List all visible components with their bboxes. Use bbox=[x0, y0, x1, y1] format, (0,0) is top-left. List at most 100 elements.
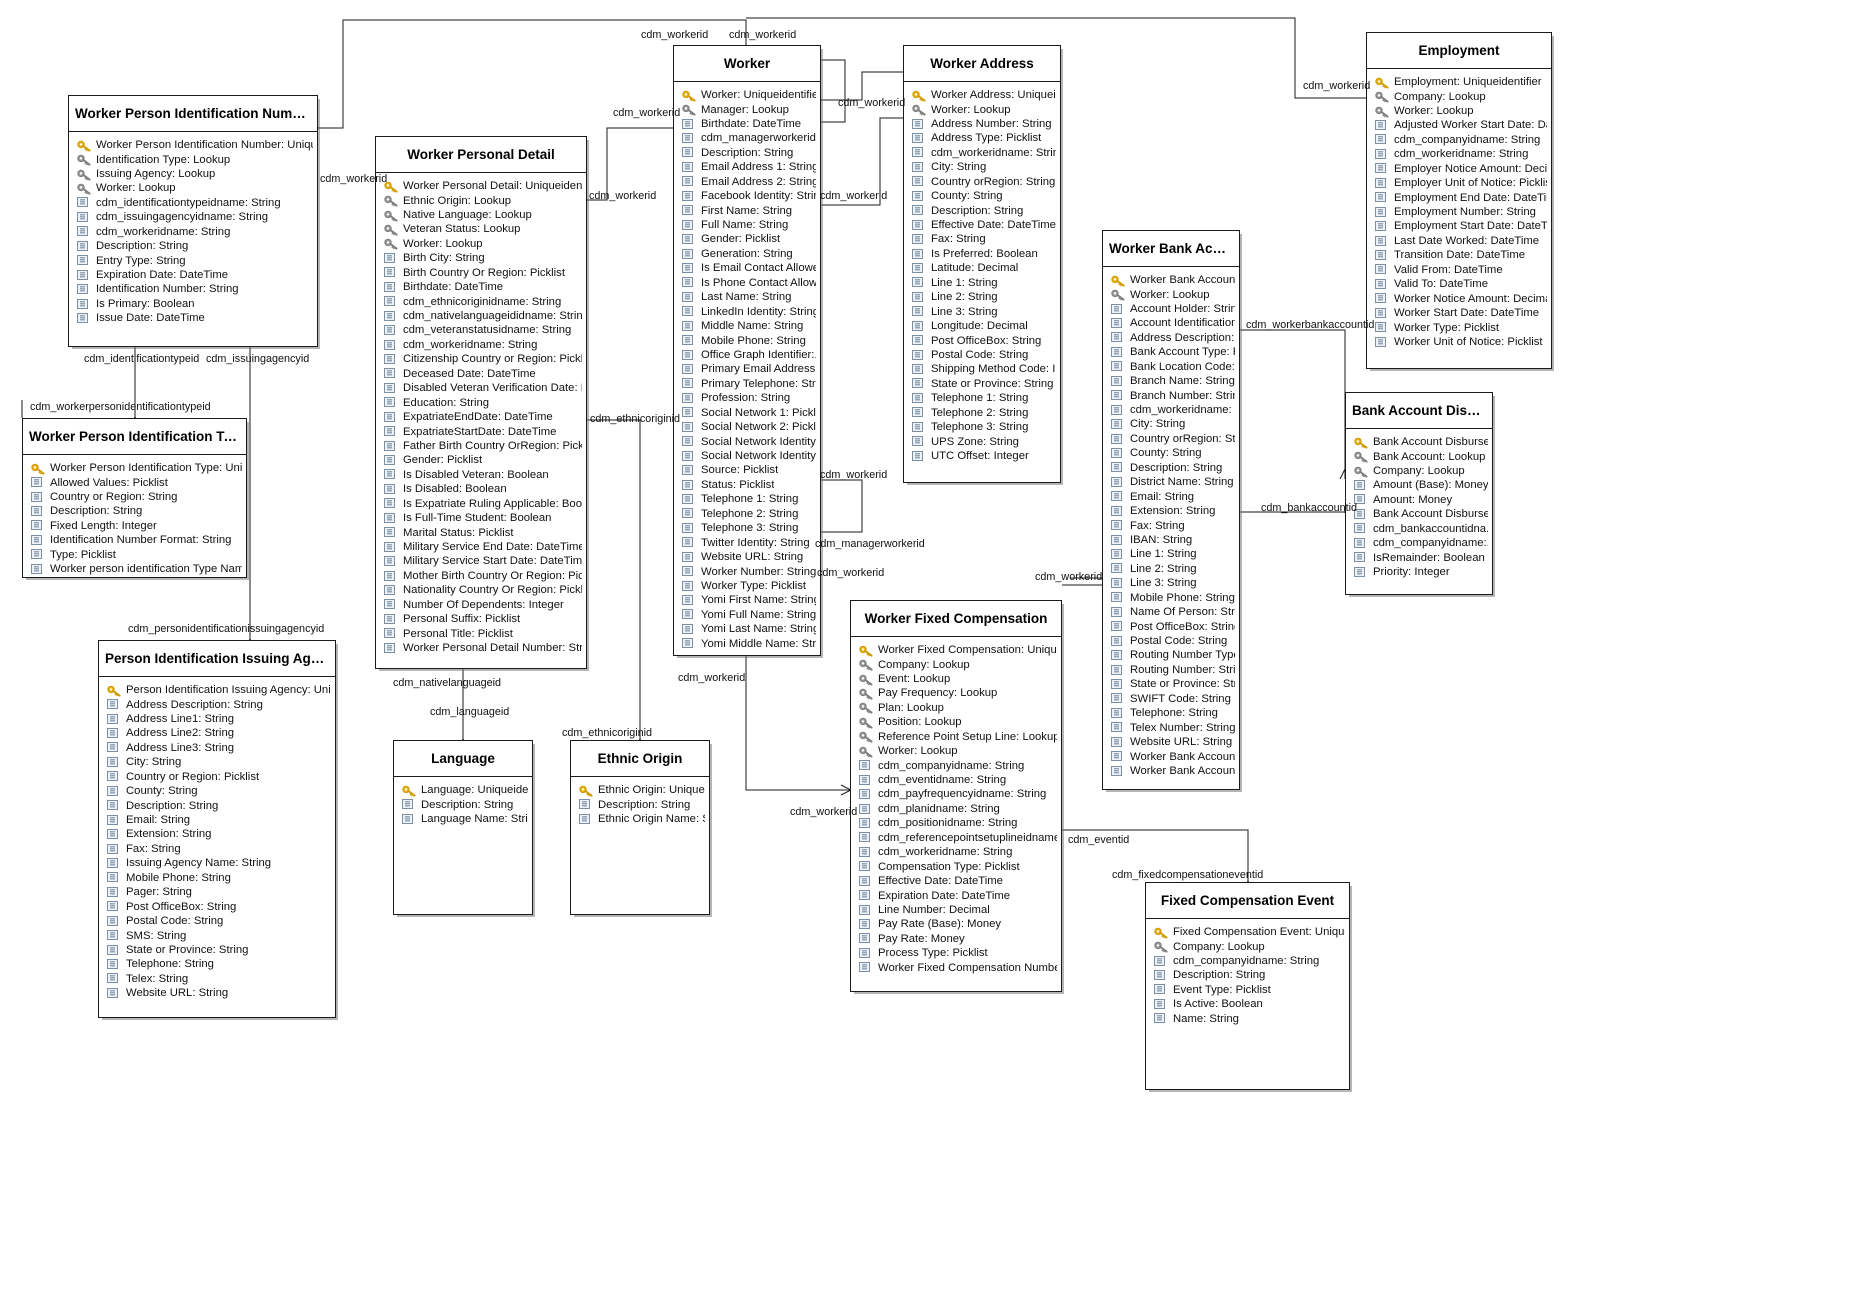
attribute-row: Telex: String bbox=[107, 972, 331, 986]
lookup-key-attribute: Pay Frequency: Lookup bbox=[859, 687, 1057, 701]
attribute-label: Worker Fixed Compensation Number: Stri..… bbox=[878, 963, 1057, 974]
attribute-label: Line Number: Decimal bbox=[878, 905, 990, 916]
attribute-row: cdm_workeridname: String bbox=[859, 846, 1057, 860]
attribute-row: Valid From: DateTime bbox=[1375, 263, 1547, 277]
attribute-icon bbox=[682, 277, 697, 289]
attribute-label: Issue Date: DateTime bbox=[96, 313, 205, 324]
attribute-row: Citizenship Country or Region: Picklist bbox=[384, 353, 582, 367]
attribute-label: Bank Account Disburse... bbox=[1373, 437, 1488, 448]
attribute-row: Birth City: String bbox=[384, 252, 582, 266]
attribute-row: Country or Region: String bbox=[31, 490, 242, 504]
attribute-label: Post OfficeBox: String bbox=[1130, 622, 1235, 633]
primary-key-icon bbox=[77, 140, 92, 152]
relationship-label: cdm_workerid bbox=[678, 673, 745, 684]
attribute-icon bbox=[107, 699, 122, 711]
attribute-label: Social Network 2: Picklist bbox=[701, 422, 816, 433]
attribute-row: Description: String bbox=[579, 798, 705, 812]
attribute-row: City: String bbox=[1111, 418, 1235, 432]
entity-worker-fixed-compensation[interactable]: Worker Fixed CompensationWorker Fixed Co… bbox=[850, 600, 1062, 992]
attribute-label: Address Description: St... bbox=[1130, 333, 1235, 344]
entity-language[interactable]: LanguageLanguage: Uniqueidenti...Descrip… bbox=[393, 740, 533, 915]
attribute-label: Worker: Lookup bbox=[1394, 106, 1474, 117]
attribute-icon bbox=[107, 945, 122, 957]
attribute-icon bbox=[402, 814, 417, 826]
relationship-label: cdm_workerid bbox=[1035, 572, 1102, 583]
attribute-icon bbox=[384, 469, 399, 481]
attribute-label: Extension: String bbox=[1130, 506, 1215, 517]
attribute-label: ExpatriateStartDate: DateTime bbox=[403, 427, 556, 438]
lookup-key-icon bbox=[384, 195, 399, 207]
entity-person-identification-issuing-agency[interactable]: Person Identification Issuing AgencyPers… bbox=[98, 640, 336, 1018]
attribute-icon bbox=[1111, 563, 1126, 575]
attribute-row: cdm_workeridname: String bbox=[912, 146, 1056, 160]
attribute-label: cdm_managerworkerid... bbox=[701, 133, 816, 144]
attribute-label: Yomi First Name: String bbox=[701, 595, 816, 606]
attribute-icon bbox=[1354, 538, 1369, 550]
attribute-label: Email Address 2: String bbox=[701, 177, 816, 188]
attribute-row: Education: String bbox=[384, 396, 582, 410]
attribute-label: Description: String bbox=[701, 148, 793, 159]
entity-worker-person-identification-type[interactable]: Worker Person Identification TypeWorker … bbox=[22, 418, 247, 578]
primary-key-icon bbox=[859, 645, 874, 657]
entity-worker-personal-detail[interactable]: Worker Personal DetailWorker Personal De… bbox=[375, 136, 587, 669]
attribute-icon bbox=[384, 368, 399, 380]
attribute-row: Is Phone Contact Allow... bbox=[682, 276, 816, 290]
attribute-label: Entry Type: String bbox=[96, 256, 186, 267]
entity-title-employment: Employment bbox=[1367, 33, 1551, 69]
attribute-row: Effective Date: DateTime bbox=[912, 218, 1056, 232]
attribute-icon bbox=[1375, 293, 1390, 305]
attribute-label: Mobile Phone: String bbox=[1130, 593, 1235, 604]
entity-employment[interactable]: EmploymentEmployment: UniqueidentifierCo… bbox=[1366, 32, 1552, 369]
attribute-icon bbox=[77, 197, 92, 209]
attribute-label: Worker Address: Uniqueident... bbox=[931, 90, 1056, 101]
attribute-label: Fax: String bbox=[126, 844, 181, 855]
attribute-label: Employment Number: String bbox=[1394, 207, 1536, 218]
lookup-key-attribute: Worker: Lookup bbox=[1111, 288, 1235, 302]
attribute-row: Worker Notice Amount: Decimal bbox=[1375, 292, 1547, 306]
entity-worker[interactable]: WorkerWorker: UniqueidentifierManager: L… bbox=[673, 45, 821, 656]
attribute-label: Email: String bbox=[1130, 492, 1194, 503]
relationship-label: cdm_workerid bbox=[790, 807, 857, 818]
entity-bank-account-disbursement[interactable]: Bank Account Disbur...Bank Account Disbu… bbox=[1345, 392, 1493, 595]
attribute-row: Priority: Integer bbox=[1354, 565, 1488, 579]
attribute-label: Generation: String bbox=[701, 249, 793, 260]
lookup-key-icon bbox=[912, 104, 927, 116]
attribute-row: SMS: String bbox=[107, 929, 331, 943]
entity-ethnic-origin[interactable]: Ethnic OriginEthnic Origin: Uniqueid...D… bbox=[570, 740, 710, 915]
attribute-label: Is Disabled Veteran: Boolean bbox=[403, 470, 549, 481]
attribute-label: Allowed Values: Picklist bbox=[50, 478, 168, 489]
attribute-label: Telephone 1: String bbox=[701, 494, 798, 505]
attribute-row: Account Holder: String bbox=[1111, 302, 1235, 316]
attribute-row: Bank Location Code: St... bbox=[1111, 360, 1235, 374]
lookup-key-attribute: Company: Lookup bbox=[1375, 90, 1547, 104]
attribute-icon bbox=[384, 556, 399, 568]
attribute-label: Issuing Agency: Lookup bbox=[96, 169, 215, 180]
primary-key-attribute: Worker Person Identification Type: Uniqu… bbox=[31, 462, 242, 476]
attribute-label: Description: String bbox=[96, 241, 188, 252]
attribute-icon bbox=[107, 844, 122, 856]
relationship-label: cdm_workerid bbox=[320, 174, 387, 185]
lookup-key-icon bbox=[859, 717, 874, 729]
attribute-label: Manager: Lookup bbox=[701, 105, 789, 116]
attribute-label: Worker: Lookup bbox=[931, 105, 1011, 116]
lookup-key-icon bbox=[1354, 466, 1369, 478]
primary-key-attribute: Worker Fixed Compensation: Uniqueident..… bbox=[859, 644, 1057, 658]
entity-worker-address[interactable]: Worker AddressWorker Address: Uniqueiden… bbox=[903, 45, 1061, 483]
attribute-label: Name Of Person: String bbox=[1130, 607, 1235, 618]
attribute-row: cdm_bankaccountidna... bbox=[1354, 522, 1488, 536]
attribute-row: Military Service End Date: DateTime bbox=[384, 540, 582, 554]
attribute-label: cdm_eventidname: String bbox=[878, 775, 1006, 786]
attribute-label: Compensation Type: Picklist bbox=[878, 862, 1020, 873]
attribute-row: Generation: String bbox=[682, 247, 816, 261]
attribute-icon bbox=[912, 378, 927, 390]
attribute-row: Compensation Type: Picklist bbox=[859, 860, 1057, 874]
attribute-row: Extension: String bbox=[1111, 505, 1235, 519]
attribute-icon bbox=[682, 350, 697, 362]
entity-worker-bank-account[interactable]: Worker Bank AccountWorker Bank Account:.… bbox=[1102, 230, 1240, 790]
lookup-key-attribute: Manager: Lookup bbox=[682, 103, 816, 117]
attribute-row: County: String bbox=[1111, 447, 1235, 461]
entity-worker-person-identification-number[interactable]: Worker Person Identification NumberWorke… bbox=[68, 95, 318, 347]
attribute-icon bbox=[682, 465, 697, 477]
attribute-label: Worker Number: String bbox=[701, 567, 816, 578]
entity-fixed-compensation-event[interactable]: Fixed Compensation EventFixed Compensati… bbox=[1145, 882, 1350, 1090]
